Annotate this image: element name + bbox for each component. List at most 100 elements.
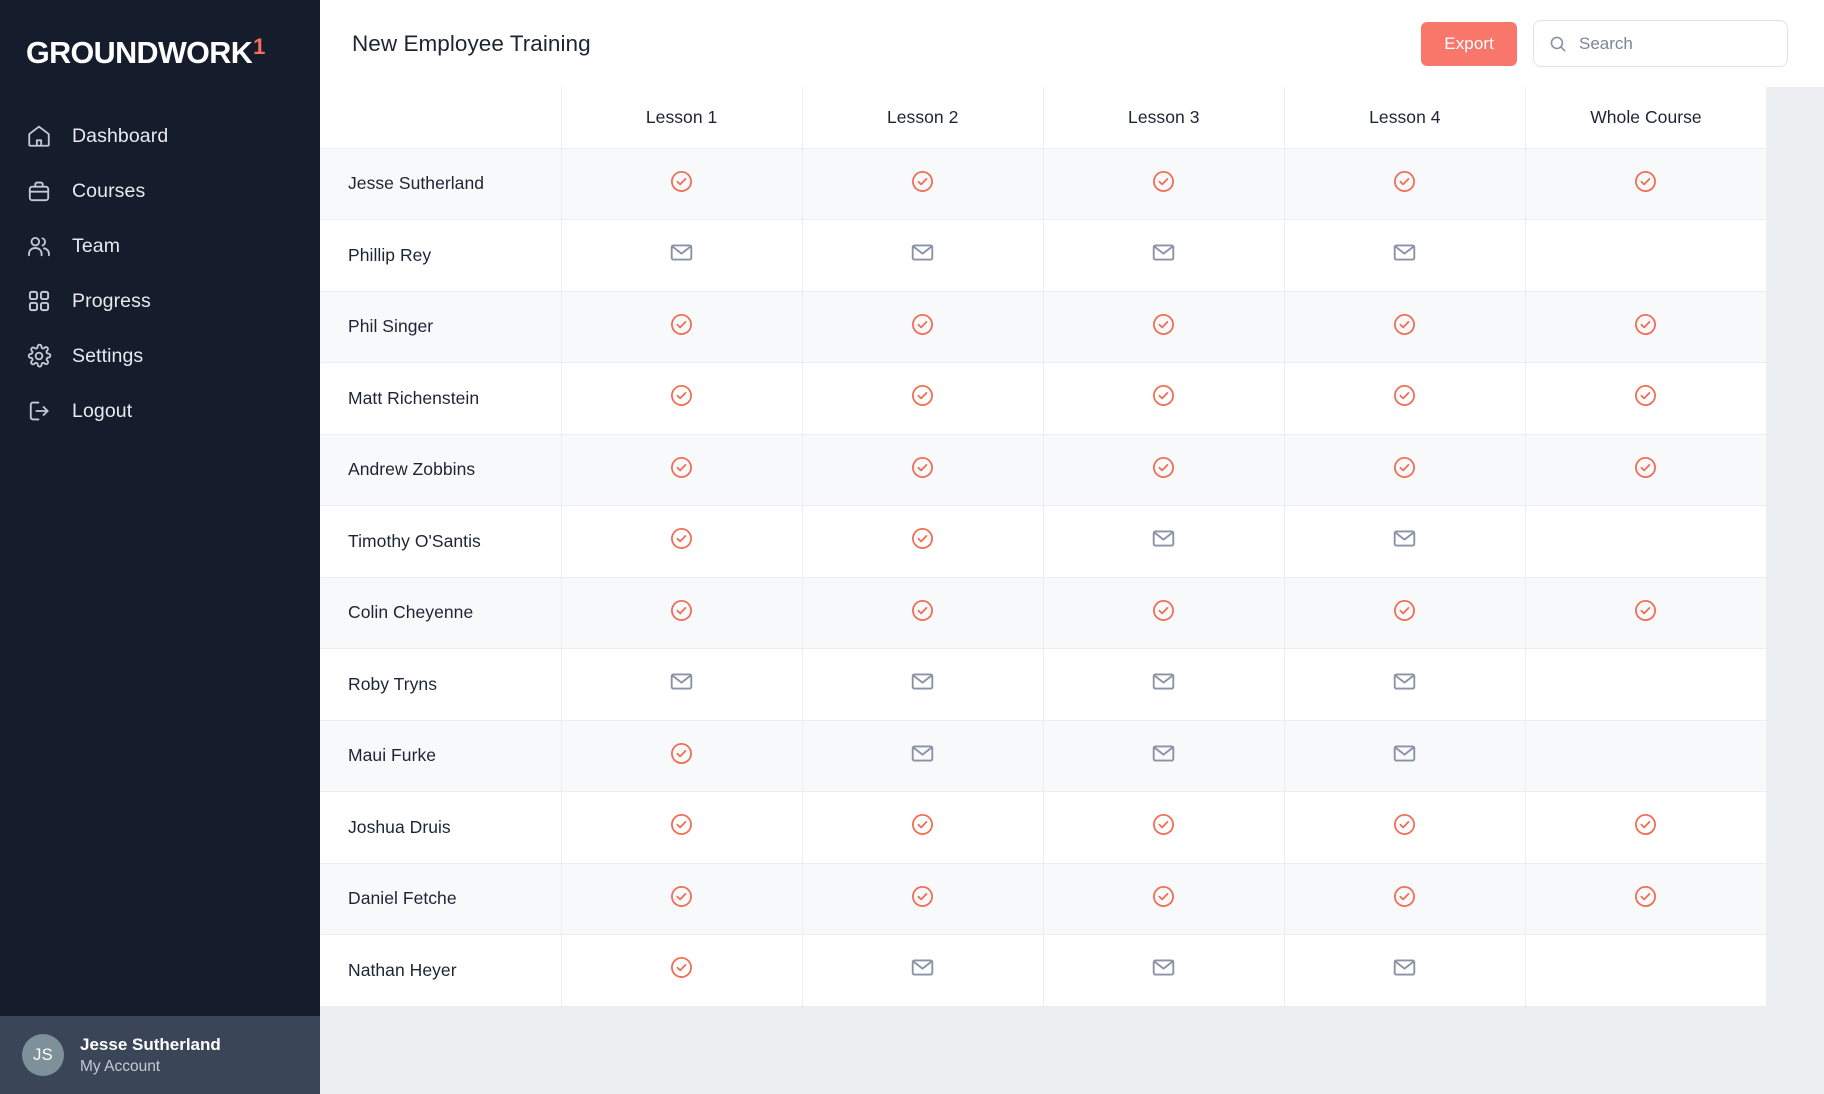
check-circle-icon[interactable]	[669, 169, 694, 194]
cell-status-whole-course[interactable]	[1525, 362, 1768, 435]
cell-status-lesson-2[interactable]	[802, 863, 1044, 935]
cell-status-whole-course[interactable]	[1525, 791, 1768, 864]
sidebar-item-team[interactable]: Team	[0, 219, 320, 274]
cell-status-whole-course[interactable]	[1525, 291, 1768, 363]
check-circle-icon[interactable]	[669, 383, 694, 408]
check-circle-icon[interactable]	[669, 741, 694, 766]
cell-status-lesson-2[interactable]	[802, 648, 1044, 721]
cell-status-lesson-4[interactable]	[1284, 505, 1526, 578]
sidebar-item-dashboard[interactable]: Dashboard	[0, 109, 320, 164]
check-circle-icon[interactable]	[669, 598, 694, 623]
cell-status-lesson-1[interactable]	[561, 648, 803, 721]
cell-status-lesson-4[interactable]	[1284, 434, 1526, 506]
cell-status-lesson-4[interactable]	[1284, 362, 1526, 435]
cell-status-lesson-3[interactable]	[1043, 434, 1285, 506]
cell-status-whole-course[interactable]	[1525, 434, 1768, 506]
check-circle-icon[interactable]	[1633, 455, 1658, 480]
user-account-link[interactable]: My Account	[80, 1057, 221, 1076]
check-circle-icon[interactable]	[910, 526, 935, 551]
search-input[interactable]	[1579, 33, 1773, 54]
cell-status-lesson-1[interactable]	[561, 434, 803, 506]
cell-status-lesson-2[interactable]	[802, 791, 1044, 864]
cell-status-lesson-2[interactable]	[802, 505, 1044, 578]
cell-status-whole-course[interactable]	[1525, 505, 1768, 578]
envelope-icon[interactable]	[1151, 669, 1176, 694]
check-circle-icon[interactable]	[1392, 383, 1417, 408]
cell-status-lesson-4[interactable]	[1284, 934, 1526, 1007]
envelope-icon[interactable]	[910, 955, 935, 980]
envelope-icon[interactable]	[1392, 741, 1417, 766]
table-row[interactable]: Roby Tryns	[320, 648, 1768, 721]
cell-status-lesson-3[interactable]	[1043, 362, 1285, 435]
cell-status-lesson-3[interactable]	[1043, 148, 1285, 220]
table-row[interactable]: Maui Furke	[320, 720, 1768, 792]
cell-status-lesson-4[interactable]	[1284, 863, 1526, 935]
check-circle-icon[interactable]	[910, 383, 935, 408]
check-circle-icon[interactable]	[1151, 884, 1176, 909]
check-circle-icon[interactable]	[1633, 812, 1658, 837]
check-circle-icon[interactable]	[910, 169, 935, 194]
check-circle-icon[interactable]	[910, 598, 935, 623]
cell-status-lesson-4[interactable]	[1284, 577, 1526, 649]
cell-status-lesson-1[interactable]	[561, 577, 803, 649]
check-circle-icon[interactable]	[1392, 312, 1417, 337]
check-circle-icon[interactable]	[1633, 312, 1658, 337]
cell-status-lesson-1[interactable]	[561, 219, 803, 292]
check-circle-icon[interactable]	[669, 455, 694, 480]
column-header-lesson-2[interactable]: Lesson 2	[802, 87, 1044, 149]
cell-status-lesson-1[interactable]	[561, 720, 803, 792]
check-circle-icon[interactable]	[1151, 312, 1176, 337]
sidebar-item-progress[interactable]: Progress	[0, 274, 320, 329]
cell-status-lesson-2[interactable]	[802, 577, 1044, 649]
check-circle-icon[interactable]	[1633, 598, 1658, 623]
cell-status-lesson-4[interactable]	[1284, 291, 1526, 363]
envelope-icon[interactable]	[1151, 741, 1176, 766]
envelope-icon[interactable]	[1392, 669, 1417, 694]
cell-status-lesson-4[interactable]	[1284, 648, 1526, 721]
cell-status-lesson-1[interactable]	[561, 791, 803, 864]
cell-status-lesson-1[interactable]	[561, 934, 803, 1007]
cell-status-lesson-2[interactable]	[802, 362, 1044, 435]
cell-status-lesson-3[interactable]	[1043, 863, 1285, 935]
cell-status-whole-course[interactable]	[1525, 934, 1768, 1007]
column-header-lesson-1[interactable]: Lesson 1	[561, 87, 803, 149]
column-header-lesson-3[interactable]: Lesson 3	[1043, 87, 1285, 149]
check-circle-icon[interactable]	[910, 455, 935, 480]
check-circle-icon[interactable]	[1392, 812, 1417, 837]
cell-status-lesson-1[interactable]	[561, 148, 803, 220]
envelope-icon[interactable]	[1151, 240, 1176, 265]
cell-status-lesson-3[interactable]	[1043, 505, 1285, 578]
table-row[interactable]: Joshua Druis	[320, 791, 1768, 864]
cell-status-lesson-2[interactable]	[802, 291, 1044, 363]
cell-status-lesson-3[interactable]	[1043, 648, 1285, 721]
check-circle-icon[interactable]	[1633, 169, 1658, 194]
check-circle-icon[interactable]	[1633, 884, 1658, 909]
cell-status-lesson-3[interactable]	[1043, 577, 1285, 649]
table-scroll-area[interactable]: Lesson 1 Lesson 2 Lesson 3 Lesson 4 Whol…	[320, 87, 1824, 1094]
sidebar-item-settings[interactable]: Settings	[0, 329, 320, 384]
check-circle-icon[interactable]	[1392, 884, 1417, 909]
envelope-icon[interactable]	[669, 669, 694, 694]
cell-status-whole-course[interactable]	[1525, 648, 1768, 721]
check-circle-icon[interactable]	[669, 312, 694, 337]
check-circle-icon[interactable]	[1151, 598, 1176, 623]
cell-status-lesson-2[interactable]	[802, 720, 1044, 792]
table-row[interactable]: Matt Richenstein	[320, 362, 1768, 435]
envelope-icon[interactable]	[910, 240, 935, 265]
check-circle-icon[interactable]	[1392, 598, 1417, 623]
cell-status-lesson-1[interactable]	[561, 362, 803, 435]
check-circle-icon[interactable]	[1151, 169, 1176, 194]
cell-status-lesson-4[interactable]	[1284, 219, 1526, 292]
check-circle-icon[interactable]	[910, 884, 935, 909]
envelope-icon[interactable]	[910, 741, 935, 766]
check-circle-icon[interactable]	[669, 812, 694, 837]
check-circle-icon[interactable]	[1392, 455, 1417, 480]
envelope-icon[interactable]	[1392, 526, 1417, 551]
cell-status-lesson-2[interactable]	[802, 934, 1044, 1007]
sidebar-item-logout[interactable]: Logout	[0, 384, 320, 439]
check-circle-icon[interactable]	[1151, 812, 1176, 837]
search-box[interactable]	[1533, 20, 1788, 67]
brand-logo[interactable]: GROUNDWORK 1	[0, 0, 320, 95]
table-row[interactable]: Andrew Zobbins	[320, 434, 1768, 506]
table-row[interactable]: Nathan Heyer	[320, 934, 1768, 1007]
